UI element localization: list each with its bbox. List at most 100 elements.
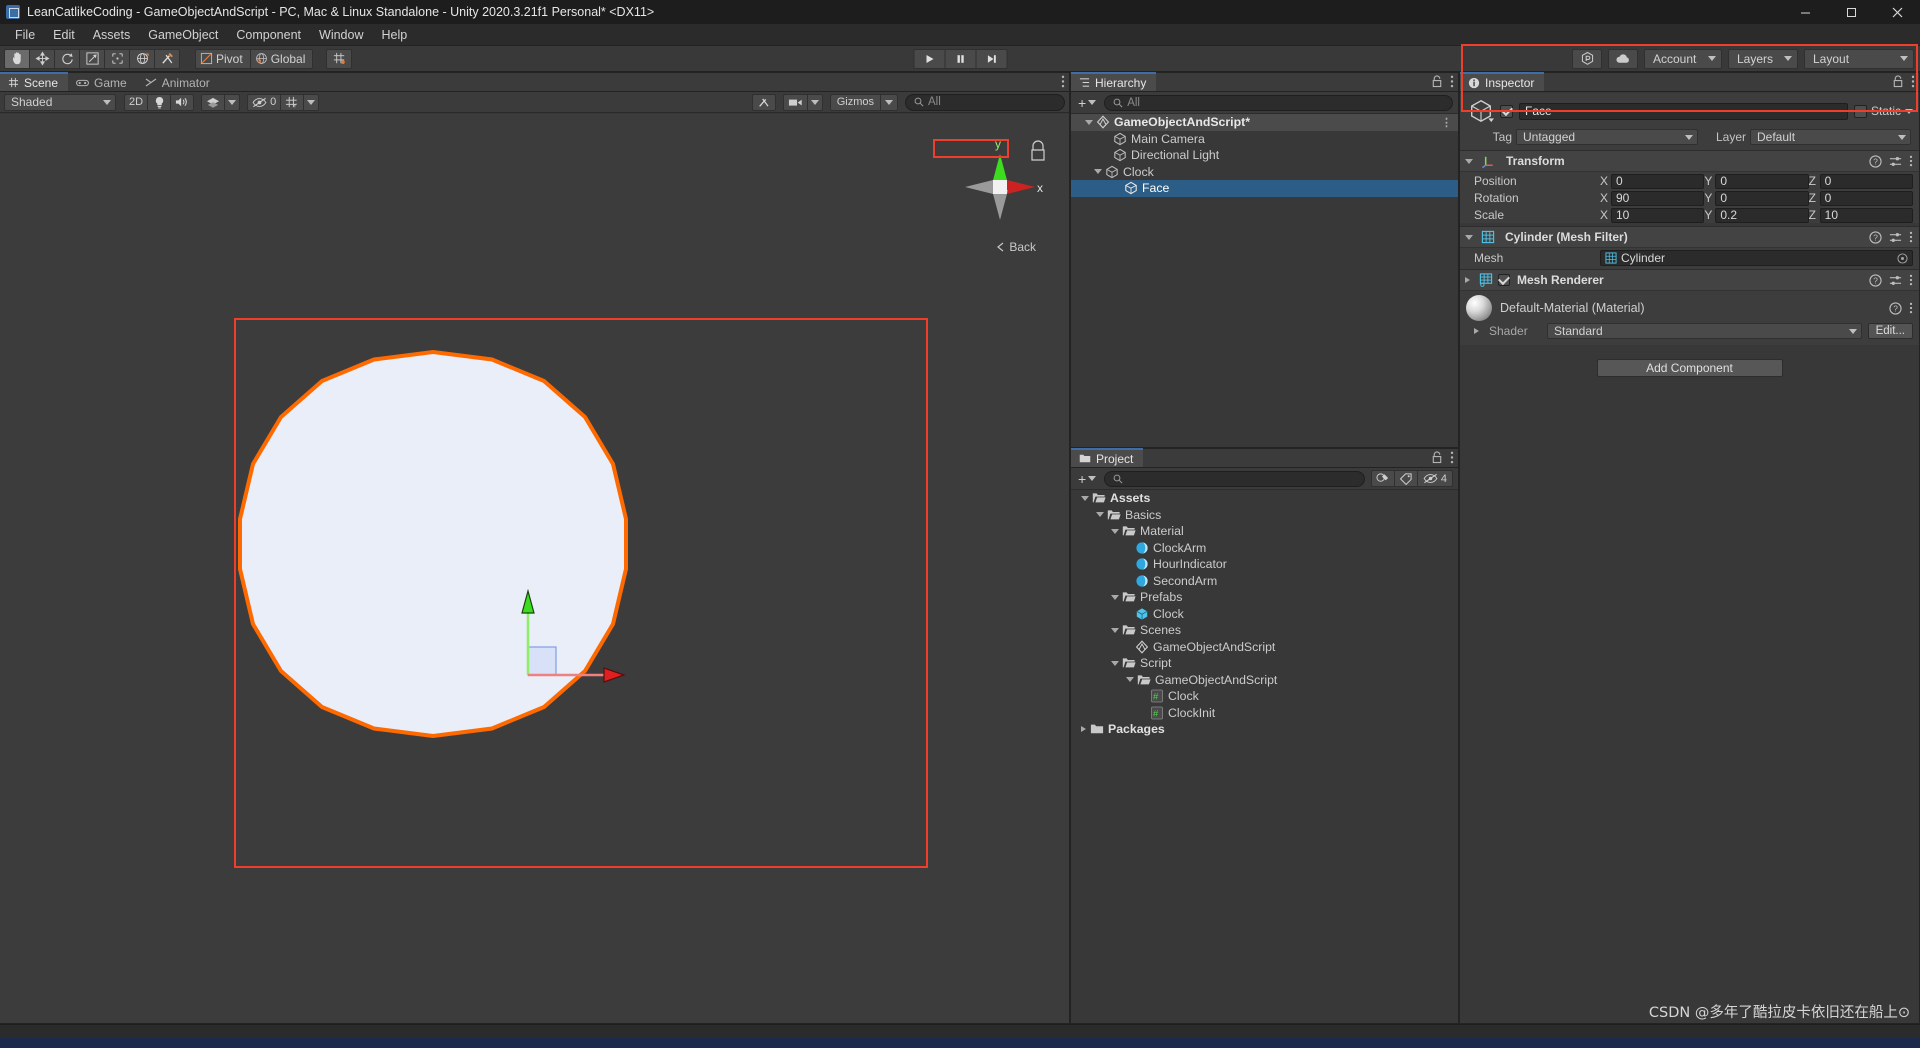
project-row[interactable]: ClockArm [1071,540,1458,557]
object-picker-icon[interactable] [1897,252,1908,264]
tag-dropdown[interactable]: Untagged [1516,129,1698,145]
mesh-filter-header[interactable]: Cylinder (Mesh Filter) ? [1460,227,1919,248]
pivot-toggle[interactable]: Pivot [195,48,251,69]
expand-arrow[interactable] [1096,512,1104,518]
project-search-input[interactable] [1104,470,1365,487]
draw-mode-dropdown[interactable]: Shaded [4,93,116,111]
scene-tools-button[interactable] [751,93,776,111]
static-checkbox[interactable] [1853,104,1867,118]
help-icon[interactable]: ? [1869,154,1882,168]
tab-game[interactable]: Game [68,72,137,91]
scale-x-input[interactable]: 10 [1611,207,1705,223]
hierarchy-search-input[interactable]: All [1104,94,1453,111]
layer-dropdown[interactable]: Default [1750,129,1911,145]
shader-dropdown[interactable]: Standard [1547,323,1862,339]
static-toggle[interactable]: Static [1853,104,1913,118]
project-row[interactable]: Basics [1071,507,1458,524]
gizmos-dropdown[interactable] [880,93,898,111]
layers-dropdown[interactable]: Layers [1728,48,1798,69]
scene-orientation-label[interactable]: Back [996,240,1036,254]
hierarchy-row-scene[interactable]: GameObjectAndScript* ⋮ [1071,114,1458,131]
add-component-button[interactable]: Add Component [1596,359,1783,377]
scene-orientation-gizmo[interactable]: y x [945,132,1055,242]
rotation-z-input[interactable]: 0 [1819,190,1913,206]
mesh-renderer-header[interactable]: Mesh Renderer ? [1460,270,1919,291]
kebab-menu-icon[interactable]: ⋮ [1441,116,1452,129]
lock-icon[interactable] [1431,75,1443,88]
play-button[interactable] [913,48,946,69]
hidden-packages-count[interactable]: 4 [1416,470,1453,487]
layout-dropdown[interactable]: Layout [1804,48,1914,69]
position-x-input[interactable]: 0 [1611,173,1705,189]
pause-button[interactable] [944,48,977,69]
project-row[interactable]: Material [1071,523,1458,540]
expand-arrow[interactable] [1126,677,1134,683]
scene-search-input[interactable]: All [905,93,1065,111]
expand-arrow[interactable] [1094,169,1102,175]
lock-icon[interactable] [1431,451,1443,464]
menu-edit[interactable]: Edit [44,25,84,45]
preset-icon[interactable] [1889,231,1902,244]
expand-arrow[interactable] [1474,328,1479,334]
expand-arrow[interactable] [1111,627,1119,633]
project-row[interactable]: GameObjectAndScript [1071,672,1458,689]
scale-y-input[interactable]: 0.2 [1715,207,1809,223]
project-row[interactable]: Prefabs [1071,589,1458,606]
expand-arrow[interactable] [1111,528,1119,534]
menu-assets[interactable]: Assets [84,25,140,45]
expand-arrow[interactable] [1465,158,1473,164]
kebab-menu-icon[interactable] [1911,75,1915,88]
color-picker-button[interactable] [1370,470,1395,487]
grid-snapping-button[interactable] [326,48,353,69]
grid-visibility-button[interactable]: Y [280,93,305,111]
object-enabled-checkbox[interactable] [1500,104,1513,118]
collab-button[interactable] [1572,48,1602,69]
move-gizmo[interactable] [520,588,630,692]
project-row[interactable]: HourIndicator [1071,556,1458,573]
help-icon[interactable]: ? [1889,301,1902,315]
lock-icon[interactable] [1892,75,1904,88]
hierarchy-add-button[interactable]: + [1076,95,1098,111]
help-icon[interactable]: ? [1869,230,1882,244]
kebab-menu-icon[interactable] [1450,75,1454,88]
toggle-lighting-button[interactable] [147,93,172,111]
position-z-input[interactable]: 0 [1819,173,1913,189]
kebab-menu-icon[interactable] [1909,302,1913,314]
tab-hierarchy[interactable]: Hierarchy [1071,72,1157,91]
scale-z-input[interactable]: 10 [1819,207,1913,223]
rotate-tool-button[interactable] [54,48,80,69]
hierarchy-row-face[interactable]: Face [1071,180,1458,197]
tab-scene[interactable]: Scene [0,72,69,91]
grid-dropdown[interactable] [303,93,320,111]
scene-camera-button[interactable] [782,93,808,111]
preset-icon[interactable] [1889,274,1902,287]
toggle-2d-button[interactable]: 2D [124,93,149,111]
hand-tool-button[interactable] [4,48,30,69]
kebab-menu-icon[interactable] [1450,451,1454,464]
cloud-button[interactable] [1608,48,1638,69]
expand-arrow[interactable] [1465,234,1473,240]
tab-project[interactable]: Project [1071,448,1144,467]
custom-tool-button[interactable] [154,48,180,69]
mesh-object-field[interactable]: Cylinder [1600,250,1913,266]
global-toggle[interactable]: Global [249,48,314,69]
rotation-x-input[interactable]: 90 [1611,190,1705,206]
project-row[interactable]: Script [1071,655,1458,672]
expand-arrow[interactable] [1111,594,1119,600]
shader-edit-button[interactable]: Edit... [1867,323,1913,339]
project-row[interactable]: Clock [1071,606,1458,623]
rotation-y-input[interactable]: 0 [1715,190,1809,206]
label-filter-button[interactable] [1393,470,1418,487]
help-icon[interactable]: ? [1869,273,1882,287]
menu-file[interactable]: File [6,25,44,45]
tab-animator[interactable]: Animator [137,72,220,91]
scene-camera-dropdown[interactable] [806,93,823,111]
position-y-input[interactable]: 0 [1715,173,1809,189]
project-row[interactable]: Packages [1071,721,1458,738]
kebab-menu-icon[interactable] [1909,155,1913,167]
step-button[interactable] [975,48,1008,69]
project-row[interactable]: # Clock [1071,688,1458,705]
minimize-button[interactable] [1782,0,1828,24]
tab-inspector[interactable]: Inspector [1460,72,1545,91]
account-dropdown[interactable]: Account [1644,48,1722,69]
